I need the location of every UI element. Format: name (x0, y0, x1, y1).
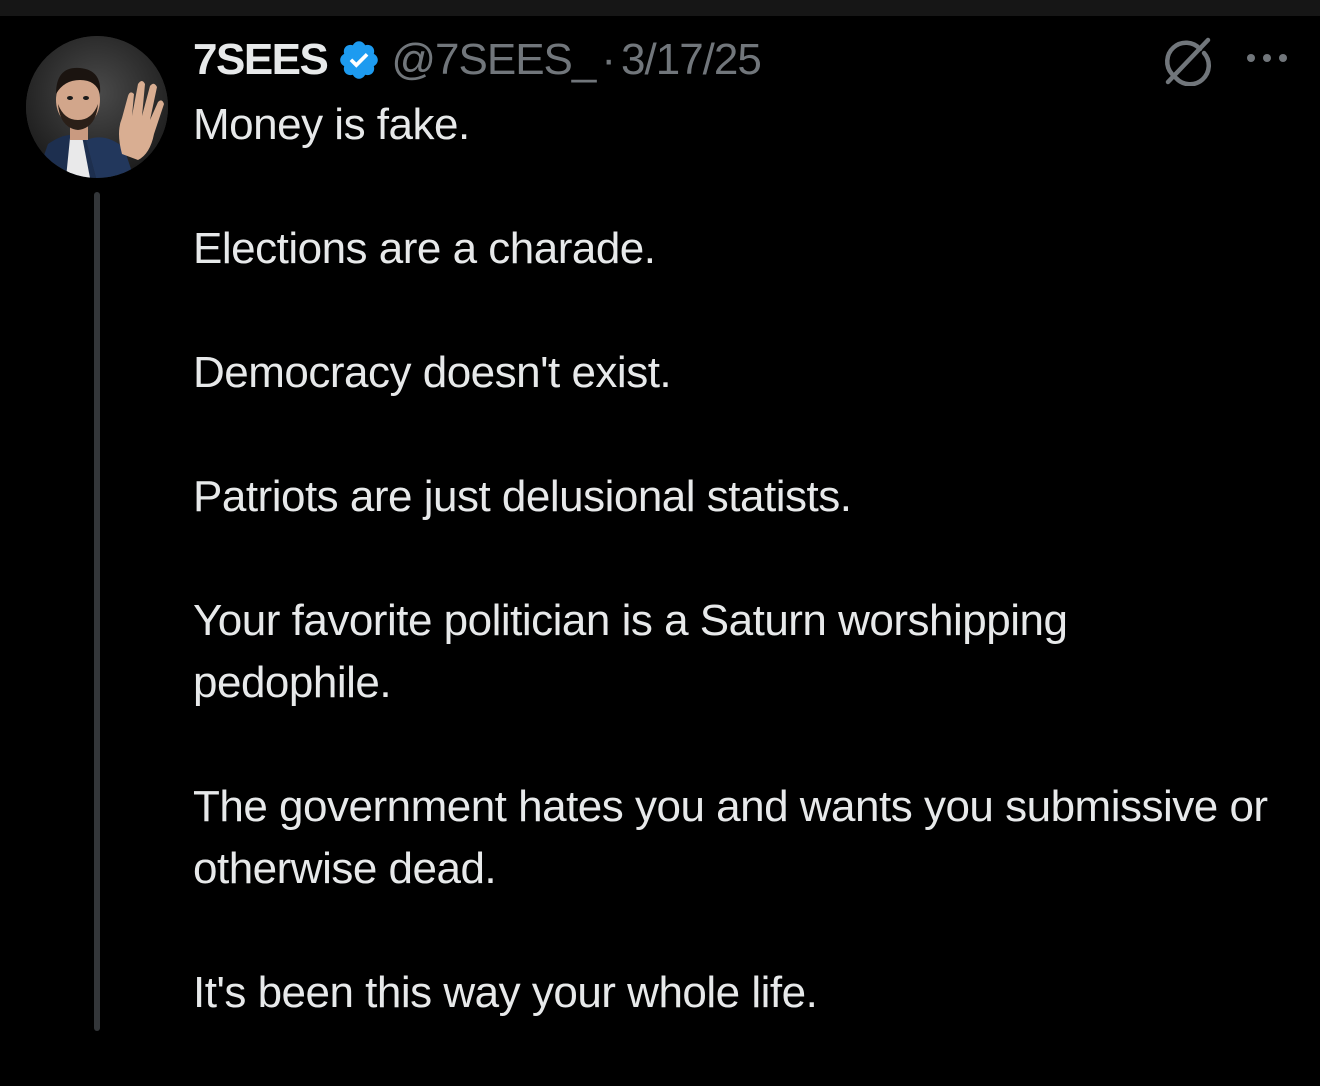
more-icon[interactable] (1242, 40, 1292, 76)
tweet-date[interactable]: 3/17/25 (621, 35, 762, 85)
display-name[interactable]: 7SEES (193, 35, 329, 85)
tweet-text: Money is fake. Elections are a charade. … (193, 94, 1273, 1086)
separator-dot: · (601, 35, 616, 84)
tweet-paragraph: The government hates you and wants you s… (193, 782, 1268, 893)
top-strip (0, 0, 1320, 16)
tweet-header: 7SEES @7SEES_ · 3/17/25 (193, 30, 762, 90)
tweet-paragraph: Patriots are just delusional statists. (193, 472, 852, 521)
user-handle[interactable]: @7SEES_ (391, 35, 596, 85)
tweet-paragraph: It's been this way your whole life. (193, 968, 818, 1017)
thread-line (94, 192, 100, 1031)
tweet-paragraph: Your favorite politician is a Saturn wor… (193, 596, 1068, 707)
verified-badge-icon[interactable] (337, 38, 381, 82)
tweet-paragraph: Elections are a charade. (193, 224, 656, 273)
tweet-paragraph: Money is fake. (193, 100, 470, 149)
tweet-paragraph: Democracy doesn't exist. (193, 348, 672, 397)
grok-icon[interactable] (1162, 34, 1214, 87)
avatar[interactable] (26, 36, 168, 178)
